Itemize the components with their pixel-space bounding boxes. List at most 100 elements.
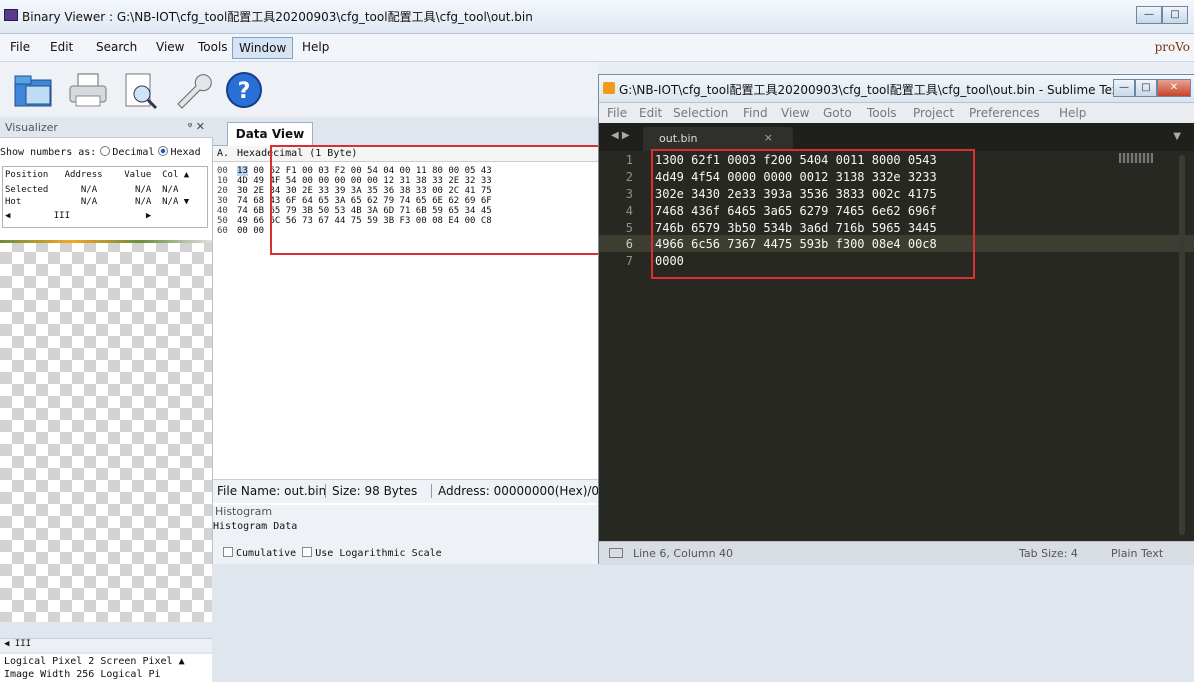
sublime-tabbar: ◀ ▶ out.bin × ▼ (599, 123, 1194, 151)
tab-dropdown-icon[interactable]: ▼ (1173, 131, 1181, 142)
code-line[interactable]: 4d49 4f54 0000 0000 0012 3138 332e 3233 (655, 170, 937, 184)
line-number: 1 (625, 153, 633, 167)
menu-file[interactable]: File (10, 40, 30, 54)
menu-search[interactable]: Search (96, 40, 137, 54)
sublime-editor[interactable]: 1 1300 62f1 0003 f200 5404 0011 8000 054… (599, 151, 1194, 541)
grid-header-row: Position Address Value Col ▲ (5, 170, 190, 180)
visualizer-canvas[interactable] (0, 240, 212, 622)
st-menu-goto[interactable]: Goto (823, 106, 852, 120)
hexadecimal-label: Hexad (170, 147, 201, 158)
hex-row-bytes: 74 68 43 6F 64 65 3A 65 62 79 74 65 6E 6… (237, 196, 492, 206)
hex-row-address: 10 (217, 176, 228, 186)
binary-viewer-toolbar: ? (0, 62, 598, 116)
tab-out-bin-label: out.bin (659, 132, 698, 145)
code-line[interactable]: 302e 3430 2e33 393a 3536 3833 002c 4175 (655, 187, 937, 201)
hex-row-bytes: 49 66 6C 56 73 67 44 75 59 3B F3 00 08 E… (237, 216, 492, 226)
tab-out-bin[interactable]: out.bin × (643, 127, 793, 151)
log-scale-label: Use Logarithmic Scale (315, 548, 442, 559)
visualizer-panel: Visualizer ᵠ ✕ Show numbers as: Decimal He… (0, 118, 213, 682)
data-view-panel: Data View A. Hexadecimal (1 Byte) 00 13 0… (213, 118, 632, 564)
log-scale-checkbox[interactable] (302, 547, 313, 557)
line-number: 2 (625, 170, 633, 184)
code-line[interactable]: 4966 6c56 7367 4475 593b f300 08e4 00c8 (655, 237, 937, 251)
show-numbers-row: Show numbers as: Decimal Hexad (0, 146, 213, 162)
help-icon[interactable]: ? (222, 70, 266, 110)
hex-row-values: 00 62 F1 00 03 F2 00 54 04 00 11 80 00 0… (247, 166, 492, 176)
menu-tools[interactable]: Tools (198, 40, 228, 54)
line-number: 6 (625, 237, 633, 251)
st-menu-edit[interactable]: Edit (639, 106, 662, 120)
menu-view[interactable]: View (156, 40, 184, 54)
panel-toggle-icon[interactable] (609, 548, 623, 558)
st-menu-help[interactable]: Help (1059, 106, 1086, 120)
status-tab-size[interactable]: Tab Size: 4 (1019, 547, 1078, 560)
st-menu-selection[interactable]: Selection (673, 106, 728, 120)
grid-hscroll[interactable]: ◀ III ▶ (5, 211, 151, 222)
hex-row-address: 50 (217, 216, 228, 226)
sublime-statusbar: Line 6, Column 40 Tab Size: 4 Plain Text (599, 541, 1194, 565)
tab-data-view[interactable]: Data View (227, 122, 313, 146)
selected-byte[interactable]: 13 (237, 166, 248, 176)
data-view-tabbar: Data View (213, 118, 598, 146)
hexadecimal-radio[interactable] (158, 146, 169, 156)
decimal-radio[interactable] (100, 146, 111, 156)
status-file-name: File Name: out.bin (217, 484, 327, 498)
hex-row-bytes: 13 00 62 F1 00 03 F2 00 54 04 00 11 80 0… (237, 166, 492, 176)
sublime-maximize-button[interactable]: □ (1135, 79, 1157, 97)
tab-close-icon[interactable]: × (764, 131, 773, 144)
visualizer-hscrollbar[interactable]: ◀ III (0, 638, 212, 652)
binary-viewer-menubar: File Edit Search View Tools Window Help … (0, 34, 1194, 62)
tab-nav-arrows-icon[interactable]: ◀ ▶ (611, 130, 630, 141)
code-line[interactable]: 7468 436f 6465 3a65 6279 7465 6e62 696f (655, 204, 937, 218)
position-grid: Position Address Value Col ▲ Selected N/… (2, 166, 208, 228)
histogram-tabs[interactable]: Histogram Data (213, 521, 297, 532)
hex-row-address: 30 (217, 196, 228, 206)
hex-column-header: A. Hexadecimal (1 Byte) (213, 146, 598, 162)
visualizer-pin-close-icon[interactable]: ᵠ ✕ (188, 120, 205, 133)
line-number: 7 (625, 254, 633, 268)
hex-row-bytes: 74 6B 65 79 3B 50 53 4B 3A 6D 71 6B 59 6… (237, 206, 492, 216)
hex-row-bytes: 00 00 (237, 226, 265, 236)
settings-wrench-icon[interactable] (170, 70, 214, 110)
line-number: 5 (625, 221, 633, 235)
hex-column-title: Hexadecimal (1 Byte) (237, 148, 358, 159)
maximize-button[interactable]: □ (1162, 6, 1188, 24)
print-icon[interactable] (66, 70, 110, 110)
st-menu-file[interactable]: File (607, 106, 627, 120)
visualizer-pixel-strip (0, 240, 212, 243)
decimal-label: Decimal (112, 147, 155, 158)
hex-row-bytes: 30 2E 34 30 2E 33 39 3A 35 36 38 33 00 2… (237, 186, 492, 196)
st-menu-preferences[interactable]: Preferences (969, 106, 1040, 120)
st-menu-view[interactable]: View (781, 106, 809, 120)
histogram-header: Histogram (215, 505, 273, 518)
show-numbers-label: Show numbers as: (0, 147, 97, 158)
print-preview-icon[interactable] (118, 70, 162, 110)
code-line[interactable]: 746b 6579 3b50 534b 3a6d 716b 5965 3445 (655, 221, 937, 235)
st-menu-tools[interactable]: Tools (867, 106, 897, 120)
sublime-vscrollbar[interactable] (1179, 155, 1185, 535)
grid-selected-row: Selected N/A N/A N/A (5, 185, 179, 195)
sublime-minimize-button[interactable]: — (1113, 79, 1135, 97)
binary-viewer-title: Binary Viewer : G:\NB-IOT\cfg_tool配置工具20… (22, 10, 533, 24)
visualizer-info: Logical Pixel 2 Screen Pixel ▲ Image Wid… (0, 654, 212, 682)
menu-edit[interactable]: Edit (50, 40, 73, 54)
menu-help[interactable]: Help (302, 40, 329, 54)
minimap[interactable] (1119, 153, 1153, 163)
hex-row-address: 00 (217, 166, 228, 176)
svg-text:?: ? (238, 79, 251, 104)
cumulative-checkbox[interactable] (223, 547, 233, 557)
code-line[interactable]: 0000 (655, 254, 684, 268)
st-menu-find[interactable]: Find (743, 106, 768, 120)
minimize-button[interactable]: — (1136, 6, 1162, 24)
sublime-title: G:\NB-IOT\cfg_tool配置工具20200903\cfg_tool配… (619, 83, 1139, 97)
st-menu-project[interactable]: Project (913, 106, 954, 120)
sublime-menubar: File Edit Selection Find View Goto Tools… (599, 103, 1194, 123)
open-folder-icon[interactable] (12, 70, 56, 110)
code-line[interactable]: 1300 62f1 0003 f200 5404 0011 8000 0543 (655, 153, 937, 167)
cumulative-label: Cumulative (236, 548, 297, 559)
line-number: 3 (625, 187, 633, 201)
menu-window[interactable]: Window (232, 37, 294, 59)
sublime-titlebar: G:\NB-IOT\cfg_tool配置工具20200903\cfg_tool配… (599, 75, 1194, 103)
status-syntax[interactable]: Plain Text (1111, 547, 1163, 560)
sublime-close-button[interactable]: ✕ (1157, 79, 1191, 97)
